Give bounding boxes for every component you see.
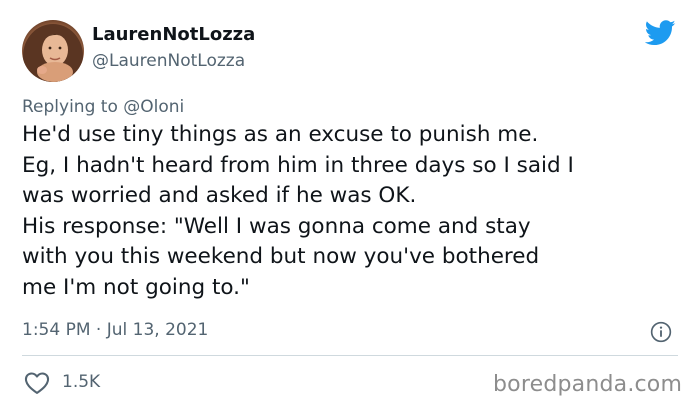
heart-icon[interactable] bbox=[24, 371, 50, 395]
replying-to-label: Replying to bbox=[22, 97, 118, 117]
tweet-timestamp[interactable]: 1:54 PM · Jul 13, 2021 bbox=[22, 320, 208, 340]
avatar-photo-icon bbox=[23, 24, 83, 82]
reply-mention-link[interactable]: @Oloni bbox=[123, 97, 184, 117]
watermark: boredpanda.com bbox=[493, 372, 683, 397]
display-name[interactable]: LaurenNotLozza bbox=[92, 24, 255, 45]
tweet-text-line: Eg, I hadn't heard from him in three day… bbox=[22, 152, 574, 178]
replying-to: Replying to @Oloni bbox=[22, 97, 184, 117]
user-handle[interactable]: @LaurenNotLozza bbox=[92, 51, 245, 71]
tweet-text-line: me I'm not going to." bbox=[22, 274, 250, 300]
info-icon[interactable] bbox=[650, 321, 672, 343]
tweet-text-line: with you this weekend but now you've bot… bbox=[22, 244, 540, 269]
like-count[interactable]: 1.5K bbox=[62, 372, 100, 392]
tweet-text-line: was worried and asked if he was OK. bbox=[22, 183, 417, 208]
tweet-text: He'd use tiny things as an excuse to pun… bbox=[22, 120, 692, 303]
tweet-text-line: He'd use tiny things as an excuse to pun… bbox=[22, 122, 539, 147]
divider bbox=[22, 355, 678, 356]
twitter-bird-icon[interactable] bbox=[645, 20, 676, 46]
tweet-text-line: His response: "Well I was gonna come and… bbox=[22, 213, 531, 239]
avatar[interactable] bbox=[22, 20, 84, 82]
tweet-card: LaurenNotLozza @LaurenNotLozza Replying … bbox=[0, 0, 700, 411]
